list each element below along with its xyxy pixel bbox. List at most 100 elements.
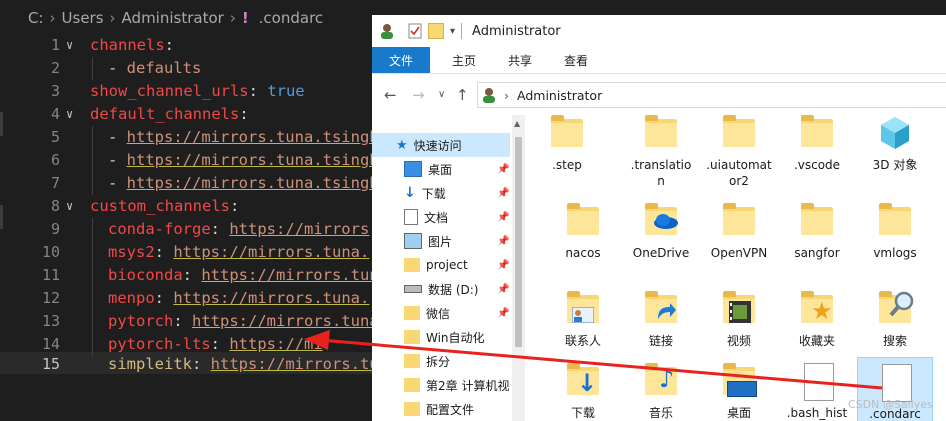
pin-icon: 📌 <box>497 211 510 223</box>
onedrive-icon <box>641 201 681 241</box>
fold-chevron-icon[interactable]: ∨ <box>66 34 73 57</box>
scroll-up-icon[interactable]: ▲ <box>514 119 520 128</box>
customize-toolbar-icon[interactable]: ▾ <box>450 26 455 37</box>
crumb-users[interactable]: Users <box>62 9 104 27</box>
sidebar-item-chapter2[interactable]: 第2章 计算机视觉 <box>372 373 510 397</box>
sidebar-item-label: 配置文件 <box>426 402 475 417</box>
up-arrow-icon[interactable]: ↑ <box>456 86 469 104</box>
tab-share[interactable]: 共享 <box>496 47 544 73</box>
properties-icon[interactable] <box>408 23 422 39</box>
file-label: 搜索 <box>882 334 907 348</box>
folder-icon <box>641 113 681 153</box>
folder-icon <box>563 201 603 241</box>
sidebar-item-wechat[interactable]: 微信 📌 <box>372 301 510 325</box>
file-label: nacos <box>565 246 601 260</box>
sidebar-item-downloads[interactable]: ↓ 下载 📌 <box>372 181 510 205</box>
folder-item[interactable]: sangfor <box>779 201 855 261</box>
folder-item[interactable]: 视频 <box>701 289 777 349</box>
folder-item[interactable]: ♪ 音乐 <box>623 361 699 421</box>
scrollbar-thumb[interactable] <box>515 137 522 347</box>
folder-item[interactable]: OpenVPN <box>701 201 777 261</box>
user-folder-icon <box>380 23 394 39</box>
sidebar-item-desktop[interactable]: 桌面 📌 <box>372 157 510 181</box>
sidebar-item-label: 数据 (D:) <box>428 282 479 297</box>
sidebar-item-label: 拆分 <box>426 354 451 369</box>
folder-item[interactable]: .translatio n <box>623 113 699 189</box>
line-number: 11 <box>41 266 60 284</box>
sidebar-item-data-drive[interactable]: 数据 (D:) 📌 <box>372 277 510 301</box>
file-label: 音乐 <box>648 406 673 420</box>
chevron-down-icon[interactable]: ∨ <box>438 89 445 100</box>
code-line: bioconda: https://mirrors.tun <box>108 266 372 284</box>
sidebar-item-documents[interactable]: 文档 📌 <box>372 205 510 229</box>
folder-item[interactable]: ★ 收藏夹 <box>779 289 855 349</box>
scrollbar[interactable]: ▲ <box>512 115 525 421</box>
folder-item[interactable]: ↓ 下载 <box>545 361 621 421</box>
crumb-administrator[interactable]: Administrator <box>122 9 224 27</box>
folder-item[interactable]: 搜索 <box>857 289 933 349</box>
sidebar-item-split[interactable]: 拆分 <box>372 349 510 373</box>
folder-icon <box>404 306 420 320</box>
crumb-file[interactable]: .condarc <box>259 9 324 27</box>
desktop-icon <box>404 161 422 177</box>
3d-objects-icon <box>875 113 915 153</box>
chevron-right-icon: › <box>109 9 116 27</box>
file-label: .bash_hist ory <box>786 406 848 420</box>
pin-icon: 📌 <box>497 259 510 271</box>
folder-item[interactable]: .step <box>529 113 605 173</box>
sidebar-item-win-auto[interactable]: Win自动化 <box>372 325 510 349</box>
pin-icon: 📌 <box>497 163 510 175</box>
folder-icon <box>404 330 420 344</box>
folder-item[interactable]: 联系人 <box>545 289 621 349</box>
forward-arrow-icon[interactable]: → <box>412 86 425 104</box>
pin-icon: 📌 <box>497 307 510 319</box>
folder-item[interactable]: vmlogs <box>857 201 933 261</box>
code-line: - defaults <box>108 59 202 77</box>
tab-file[interactable]: 文件 <box>372 47 430 73</box>
sidebar-item-quick-access[interactable]: ★ 快速访问 <box>372 133 510 157</box>
search-icon <box>875 289 915 329</box>
tab-home[interactable]: 主页 <box>440 47 488 73</box>
fold-chevron-icon[interactable]: ∨ <box>66 195 73 218</box>
address-bar[interactable]: › Administrator <box>477 82 946 108</box>
file-explorer-window[interactable]: ▾ Administrator 文件 主页 共享 查看 ← → ∨ ↑ › Ad… <box>372 15 946 421</box>
file-label: .vscode <box>793 158 841 172</box>
code-editor[interactable]: C: › Users › Administrator › ! .condarc 1 2… <box>0 0 372 421</box>
folder-icon <box>404 378 420 392</box>
folder-item[interactable]: nacos <box>545 201 621 261</box>
line-number: 10 <box>41 243 60 261</box>
tab-view[interactable]: 查看 <box>552 47 600 73</box>
folder-icon <box>404 258 420 272</box>
new-folder-icon[interactable] <box>428 23 444 39</box>
line-number: 2 <box>50 59 60 77</box>
code-line: - https://mirrors.tuna.tsingh <box>108 174 372 192</box>
sidebar-item-pictures[interactable]: 图片 📌 <box>372 229 510 253</box>
breadcrumb: C: › Users › Administrator › ! .condarc <box>0 0 372 36</box>
folder-item[interactable]: .uiautomat or2 <box>701 113 777 189</box>
sidebar-item-label: 下载 <box>421 186 446 201</box>
sidebar-item-label: project <box>426 258 468 272</box>
watermark: CSDN @Sallyes <box>848 398 933 411</box>
crumb-drive[interactable]: C: <box>28 9 44 27</box>
sidebar-item-config[interactable]: 配置文件 <box>372 397 510 421</box>
folder-item[interactable]: 链接 <box>623 289 699 349</box>
folder-item[interactable]: 3D 对象 <box>857 113 933 173</box>
chevron-right-icon[interactable]: › <box>504 88 509 103</box>
line-number: 13 <box>41 312 60 330</box>
folder-item[interactable]: .vscode <box>779 113 855 173</box>
title-bar[interactable]: ▾ Administrator <box>372 15 946 47</box>
picture-icon <box>404 233 422 249</box>
file-label: OneDrive <box>632 246 690 260</box>
file-item-selected[interactable]: .condarc <box>857 357 933 421</box>
fold-chevron-icon[interactable]: ∨ <box>66 103 73 126</box>
folder-item[interactable]: 桌面 <box>701 361 777 421</box>
address-segment[interactable]: Administrator <box>517 88 602 103</box>
folder-item[interactable]: OneDrive <box>623 201 699 261</box>
sidebar-item-label: 文档 <box>424 210 449 225</box>
back-arrow-icon[interactable]: ← <box>384 86 397 104</box>
file-item[interactable]: .bash_hist ory <box>779 361 855 421</box>
drive-icon <box>404 285 422 293</box>
pin-icon: 📌 <box>497 283 510 295</box>
code-line: custom_channels: <box>90 197 240 215</box>
sidebar-item-project[interactable]: project 📌 <box>372 253 510 277</box>
